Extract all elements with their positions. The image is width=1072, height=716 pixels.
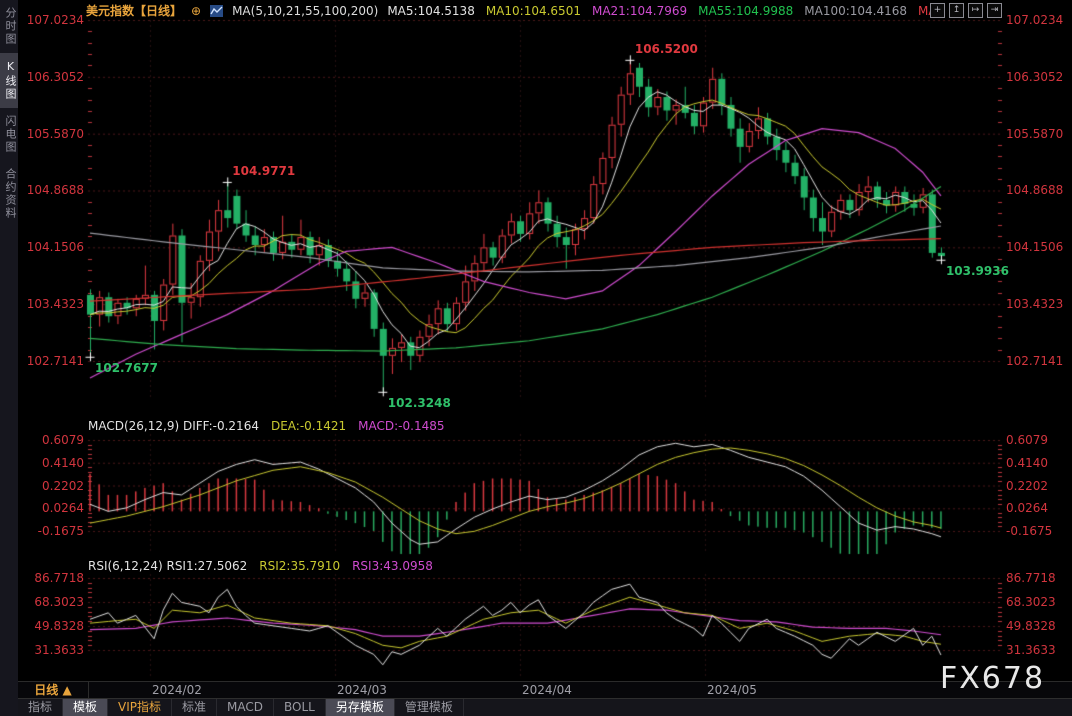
watermark: FX678 xyxy=(940,661,1045,696)
y-axis-label: 49.8328 xyxy=(1006,619,1072,633)
ma-legend-item: MA21:104.7969 xyxy=(592,4,687,18)
y-axis-label: 0.0264 xyxy=(20,501,84,515)
y-axis-label: 86.7718 xyxy=(20,571,84,585)
tab-1[interactable]: 模板 xyxy=(63,699,108,716)
tab-7[interactable]: 管理模板 xyxy=(395,699,464,716)
period-selector[interactable]: 日线 ▲ xyxy=(18,682,89,698)
indicator-value: MACD:-0.1485 xyxy=(358,419,444,433)
ma-legend-item: MA10:104.6501 xyxy=(486,4,581,18)
y-axis-label: 107.0234 xyxy=(20,13,84,27)
y-axis-label: 86.7718 xyxy=(1006,571,1072,585)
tab-3[interactable]: 标准 xyxy=(172,699,217,716)
jump-latest-icon[interactable]: ⇥ xyxy=(987,3,1002,18)
tab-0[interactable]: 指标 xyxy=(18,699,63,716)
y-axis-label: -0.1675 xyxy=(20,524,84,538)
y-axis-label: 107.0234 xyxy=(1006,13,1072,27)
y-axis-label: -0.1675 xyxy=(1006,524,1072,538)
x-axis-date-label: 2024/03 xyxy=(337,683,387,697)
ma-params: MA(5,10,21,55,100,200) xyxy=(232,4,378,18)
x-axis-date-label: 2024/05 xyxy=(707,683,757,697)
add-favorite-icon[interactable]: ⊕ xyxy=(191,4,201,18)
indicator-value: MACD(26,12,9) DIFF:-0.2164 xyxy=(88,419,259,433)
y-axis-label: 0.2202 xyxy=(20,479,84,493)
x-axis-date-label: 2024/04 xyxy=(522,683,572,697)
sidebar-item-2[interactable]: 闪电图 xyxy=(0,108,18,161)
y-axis-label: 0.6079 xyxy=(1006,433,1072,447)
y-axis-label: 105.5870 xyxy=(20,127,84,141)
y-axis-label: 31.3633 xyxy=(20,643,84,657)
indicator-value: DEA:-0.1421 xyxy=(271,419,346,433)
chart-canvas[interactable] xyxy=(0,0,1072,716)
macd-header: MACD(26,12,9) DIFF:-0.2164 DEA:-0.1421 MAC… xyxy=(88,419,445,433)
y-axis-label: 102.7141 xyxy=(1006,354,1072,368)
price-annotation: 104.9771 xyxy=(232,164,295,178)
ma-legend-item: MA5:104.5138 xyxy=(387,4,475,18)
y-axis-label: 0.4140 xyxy=(20,456,84,470)
price-annotation: 102.3248 xyxy=(388,396,451,410)
x-axis-date-label: 2024/02 xyxy=(152,683,202,697)
crosshair-icon[interactable]: + xyxy=(930,3,945,18)
y-axis-label: 0.6079 xyxy=(20,433,84,447)
y-axis-label: 105.5870 xyxy=(1006,127,1072,141)
y-axis-label: 104.1506 xyxy=(20,240,84,254)
y-axis-label: 0.0264 xyxy=(1006,501,1072,515)
scale-horizontal-icon[interactable]: ↦ xyxy=(968,3,983,18)
symbol-title: 美元指数【日线】 xyxy=(86,2,182,19)
tab-4[interactable]: MACD xyxy=(217,699,274,716)
indicator-value: RSI3:43.0958 xyxy=(352,559,433,573)
y-axis-label: 103.4323 xyxy=(20,297,84,311)
indicator-value: RSI(6,12,24) RSI1:27.5062 xyxy=(88,559,247,573)
y-axis-label: 103.4323 xyxy=(1006,297,1072,311)
y-axis-label: 104.8688 xyxy=(20,183,84,197)
ma-legend-item: MA55:104.9988 xyxy=(698,4,793,18)
sidebar-item-0[interactable]: 分时图 xyxy=(0,0,18,53)
chart-type-icon[interactable] xyxy=(210,5,223,17)
chart-toolbar: + ↥ ↦ ⇥ xyxy=(930,3,1002,18)
price-annotation: 106.5200 xyxy=(635,42,698,56)
ma-legend-item: MA100:104.4168 xyxy=(804,4,907,18)
tab-2[interactable]: VIP指标 xyxy=(108,699,172,716)
y-axis-label: 104.1506 xyxy=(1006,240,1072,254)
ma-legend: MA5:104.5138 MA10:104.6501 MA21:104.7969 MA… xyxy=(387,4,936,18)
tab-6[interactable]: 另存模板 xyxy=(326,699,395,716)
y-axis-label: 0.2202 xyxy=(1006,479,1072,493)
tab-5[interactable]: BOLL xyxy=(274,699,326,716)
rsi-header: RSI(6,12,24) RSI1:27.5062 RSI2:35.7910 RSI… xyxy=(88,559,433,573)
y-axis-label: 106.3052 xyxy=(1006,70,1072,84)
price-annotation: 103.9936 xyxy=(946,264,1009,278)
y-axis-label: 104.8688 xyxy=(1006,183,1072,197)
y-axis-label: 0.4140 xyxy=(1006,456,1072,470)
app-root: 分时图K线图闪电图合约资料 美元指数【日线】 ⊕ MA(5,10,21,55,1… xyxy=(0,0,1072,716)
price-annotation: 102.7677 xyxy=(95,361,158,375)
y-axis-label: 68.3023 xyxy=(1006,595,1072,609)
y-axis-label: 106.3052 xyxy=(20,70,84,84)
sidebar-item-3[interactable]: 合约资料 xyxy=(0,161,18,227)
y-axis-label: 68.3023 xyxy=(20,595,84,609)
sidebar-item-1[interactable]: K线图 xyxy=(0,53,18,108)
indicator-value: RSI2:35.7910 xyxy=(259,559,340,573)
y-axis-label: 31.3633 xyxy=(1006,643,1072,657)
scale-vertical-icon[interactable]: ↥ xyxy=(949,3,964,18)
chart-header: 美元指数【日线】 ⊕ MA(5,10,21,55,100,200) MA5:10… xyxy=(86,2,937,19)
y-axis-label: 102.7141 xyxy=(20,354,84,368)
sidebar: 分时图K线图闪电图合约资料 xyxy=(0,0,18,716)
bottom-tab-bar: 指标模板VIP指标标准MACDBOLL另存模板管理模板 xyxy=(18,698,1072,716)
y-axis-label: 49.8328 xyxy=(20,619,84,633)
